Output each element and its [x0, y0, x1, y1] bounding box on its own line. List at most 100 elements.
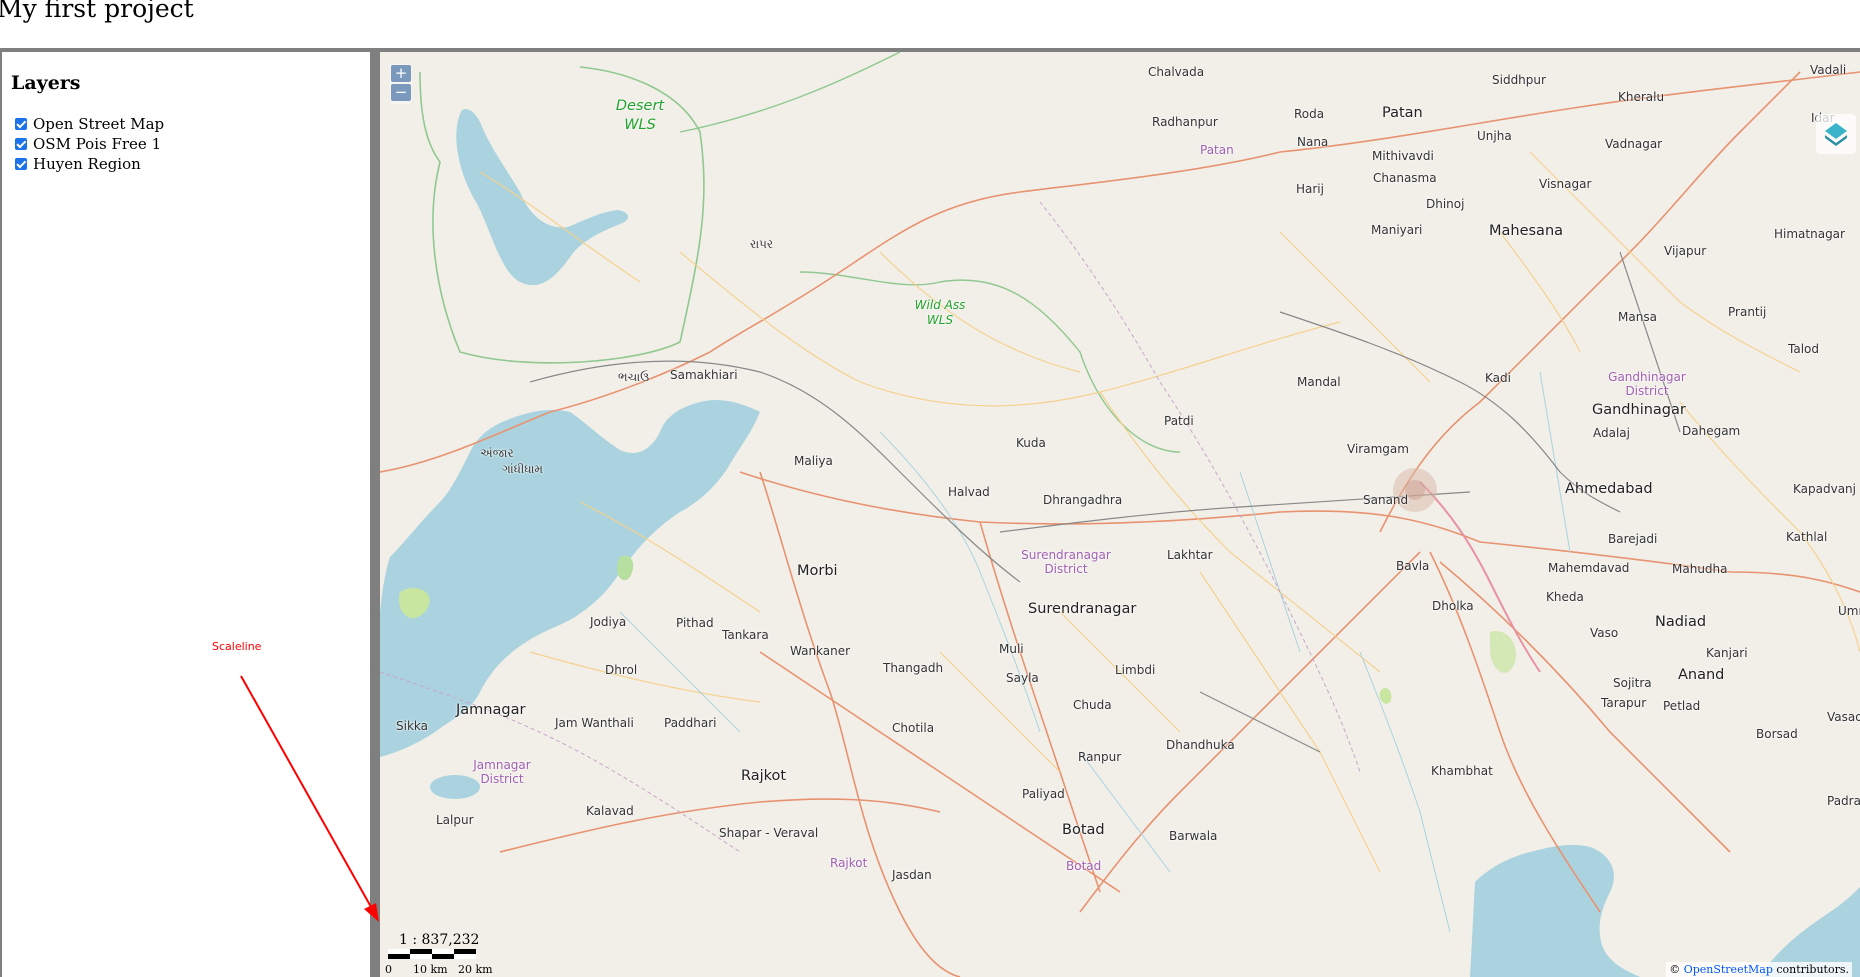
map-place-label: Thangadh: [883, 661, 944, 675]
map-place-label: Anand: [1678, 667, 1725, 683]
map-place-label: Morbi: [797, 563, 838, 579]
map-place-label: Vadali: [1810, 63, 1847, 77]
zoom-in-button[interactable]: +: [391, 65, 411, 82]
map-place-label: Petlad: [1663, 699, 1701, 713]
map-attribution: © OpenStreetMap contributors.: [1666, 962, 1852, 977]
map-place-label: ગાંધીધામ: [502, 462, 543, 476]
layer-label: Open Street Map: [33, 115, 165, 133]
layers-icon: [1825, 123, 1847, 146]
map-place-label: Tankara: [722, 628, 769, 642]
map-place-label: Dhrol: [605, 663, 638, 677]
layer-item-huyen-region[interactable]: Huyen Region: [15, 154, 164, 174]
map-place-label: Talod: [1788, 342, 1819, 356]
page-title: My first project: [0, 0, 194, 23]
map-place-label: Siddhpur: [1492, 73, 1546, 87]
scale-label: 20 km: [458, 963, 493, 976]
layer-item-open-street-map[interactable]: Open Street Map: [15, 114, 164, 134]
map-place-label: Kanjari: [1706, 646, 1748, 660]
map-place-label: Gandhinagar: [1592, 402, 1686, 418]
map-place-label: Botad: [1062, 822, 1105, 838]
map-place-label: Muli: [999, 642, 1024, 656]
map-place-label: Mahemdavad: [1548, 561, 1630, 575]
map-place-label: Radhanpur: [1152, 115, 1218, 129]
map-place-label: Barwala: [1169, 829, 1218, 843]
attribution-suffix: contributors.: [1772, 963, 1849, 976]
map-place-label: Shapar - Veraval: [719, 826, 819, 840]
map-view[interactable]: Chalvada Siddhpur Kheralu Vadali Radhanp…: [380, 52, 1860, 977]
scale-label: 0: [385, 963, 392, 976]
map-place-label: Jasdan: [892, 868, 932, 882]
map-place-label: Kuda: [1016, 436, 1046, 450]
map-place-label: Paliyad: [1022, 787, 1065, 801]
map-place-label: Tarapur: [1601, 696, 1647, 710]
map-place-label: Maliya: [794, 454, 833, 468]
map-place-label: Halvad: [948, 485, 990, 499]
map-place-label: Vasad: [1827, 710, 1860, 724]
map-place-label: Dhandhuka: [1166, 738, 1235, 752]
map-place-label: Mithivavdi: [1372, 149, 1434, 163]
map-place-label: Dholka: [1432, 599, 1474, 613]
map-place-label: Kadi: [1485, 371, 1511, 385]
map-place-label: Dhrangadhra: [1043, 493, 1123, 507]
annotation-scaleline-label: Scaleline: [212, 640, 262, 653]
map-place-label: Ranpur: [1078, 750, 1122, 764]
map-park-label: Desert WLS: [615, 98, 665, 133]
map-place-label: Kapadvanj: [1793, 482, 1856, 496]
map-place-label: Sayla: [1006, 671, 1039, 685]
attribution-prefix: ©: [1669, 963, 1684, 976]
map-place-label: Kathlal: [1786, 530, 1828, 544]
map-place-label: Khambhat: [1431, 764, 1493, 778]
map-place-label: Pithad: [676, 616, 714, 630]
map-tiles: [380, 52, 1860, 977]
map-place-label: Roda: [1294, 107, 1325, 121]
layer-checkbox[interactable]: [15, 138, 27, 150]
map-place-label: Unjha: [1477, 129, 1512, 143]
layer-label: OSM Pois Free 1: [33, 135, 162, 153]
map-place-label: Borsad: [1756, 727, 1798, 741]
map-place-label: Vadnagar: [1605, 137, 1663, 151]
map-place-label: Viramgam: [1347, 442, 1409, 456]
map-place-label: Umret: [1838, 604, 1860, 618]
map-district-label: Jamnagar District: [473, 758, 531, 786]
map-place-label: Mahesana: [1489, 223, 1564, 239]
map-place-label: Patdi: [1164, 414, 1194, 428]
map-place-label: Jamnagar: [456, 702, 526, 718]
map-district-label: Surendranagar District: [1021, 548, 1111, 576]
map-place-label: Adalaj: [1593, 426, 1630, 440]
map-place-label: Mansa: [1618, 310, 1657, 324]
map-place-label: Bavla: [1396, 559, 1430, 573]
scale-ratio: 1 : 837,232: [399, 932, 480, 948]
map-place-label: Surendranagar: [1028, 601, 1137, 617]
map-place-label: Chotila: [892, 721, 935, 735]
map-place-label: Harij: [1296, 182, 1324, 196]
map-place-label: Samakhiari: [670, 368, 738, 382]
map-place-label: Kheda: [1546, 590, 1584, 604]
layer-checkbox[interactable]: [15, 158, 27, 170]
layer-checkbox[interactable]: [15, 118, 27, 130]
layer-item-osm-pois[interactable]: OSM Pois Free 1: [15, 134, 164, 154]
map-park-label: Wild Ass WLS: [914, 298, 966, 327]
map-place-label: Kalavad: [586, 804, 634, 818]
map-place-label: Jam Wanthali: [555, 716, 634, 730]
scale-label: 10 km: [413, 963, 448, 976]
map-place-label: Sanand: [1363, 493, 1409, 507]
map-place-label: Rajkot: [741, 768, 787, 784]
map-place-label: Sojitra: [1613, 676, 1652, 690]
layer-switcher-button[interactable]: [1816, 114, 1856, 154]
map-place-label: Dhinoj: [1426, 197, 1465, 211]
map-place-label: Vaso: [1590, 626, 1619, 640]
map-place-label: Vijapur: [1664, 244, 1707, 258]
map-district-label: Rajkot: [830, 856, 868, 870]
map-place-label: Maniyari: [1371, 223, 1423, 237]
map-place-label: Visnagar: [1539, 177, 1592, 191]
map-place-label: અંજાર: [480, 446, 514, 460]
openstreetmap-link[interactable]: OpenStreetMap: [1684, 963, 1773, 976]
map-place-label: Limbdi: [1115, 663, 1156, 677]
map-place-label: Ahmedabad: [1565, 481, 1653, 497]
map-place-label: Chanasma: [1373, 171, 1437, 185]
map-place-label: Prantij: [1728, 305, 1767, 319]
map-place-label: Lakhtar: [1167, 548, 1213, 562]
zoom-out-button[interactable]: −: [391, 84, 411, 101]
map-place-label: Sikka: [396, 719, 428, 733]
layer-list: Open Street Map OSM Pois Free 1 Huyen Re…: [15, 114, 164, 174]
